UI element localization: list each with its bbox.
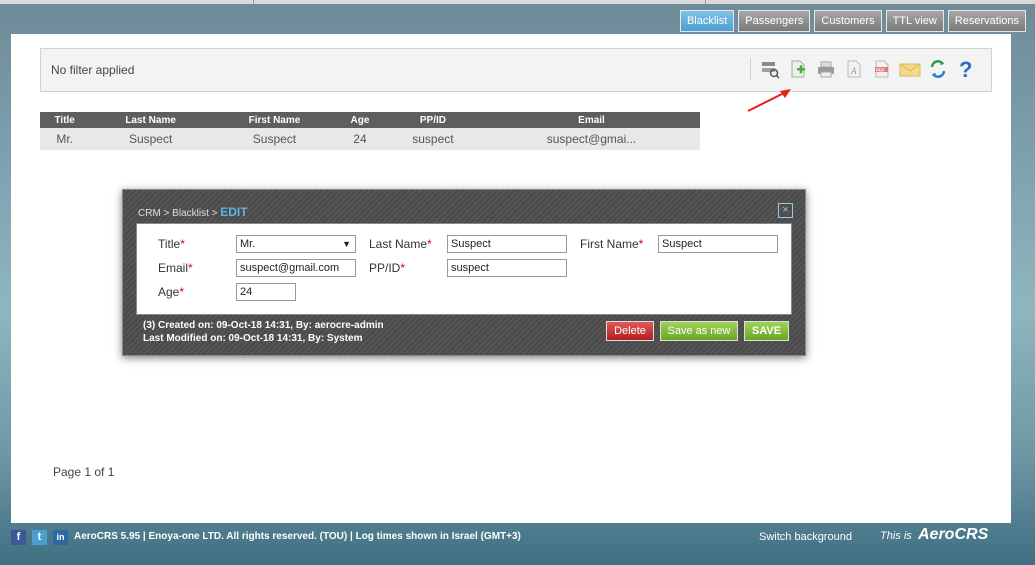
tagline: This is xyxy=(880,530,912,542)
close-icon[interactable]: × xyxy=(778,203,793,218)
table-header-row: Title Last Name First Name Age PP/ID Ema… xyxy=(40,112,700,128)
svg-text:PDF: PDF xyxy=(876,67,885,72)
switch-background-link[interactable]: Switch background xyxy=(759,531,852,543)
cell-age: 24 xyxy=(337,128,383,150)
email-field[interactable]: suspect@gmail.com xyxy=(236,259,356,277)
last-name-field[interactable]: Suspect xyxy=(447,235,567,253)
delete-button[interactable]: Delete xyxy=(606,321,654,341)
cell-email: suspect@gmai... xyxy=(483,128,700,150)
footer: f t in AeroCRS 5.95 | Enoya-one LTD. All… xyxy=(0,523,1035,565)
blacklist-table: Title Last Name First Name Age PP/ID Ema… xyxy=(40,112,700,150)
facebook-icon[interactable]: f xyxy=(11,530,26,545)
top-strip-divider xyxy=(705,0,706,4)
toolbar: A PDF ? xyxy=(750,57,977,81)
svg-text:A: A xyxy=(850,66,857,76)
footer-info: AeroCRS 5.95 | Enoya-one LTD. All rights… xyxy=(74,531,521,542)
refresh-icon[interactable] xyxy=(927,57,949,81)
help-icon[interactable]: ? xyxy=(955,57,977,81)
add-record-icon[interactable] xyxy=(787,57,809,81)
first-name-label: First Name* xyxy=(580,237,644,251)
tab-passengers[interactable]: Passengers xyxy=(738,10,811,32)
linkedin-icon[interactable]: in xyxy=(53,530,68,545)
record-metadata: (3) Created on: 09-Oct-18 14:31, By: aer… xyxy=(143,319,384,345)
filter-bar: No filter applied A PDF ? xyxy=(40,48,992,92)
edit-form: Title* Mr. ▼ Last Name* Suspect First Nam… xyxy=(136,223,792,315)
dialog-breadcrumb: CRM > Blacklist > EDIT xyxy=(138,205,248,219)
first-name-field[interactable]: Suspect xyxy=(658,235,778,253)
col-header-last-name[interactable]: Last Name xyxy=(89,112,212,128)
cell-title: Mr. xyxy=(40,128,90,150)
col-header-ppid[interactable]: PP/ID xyxy=(382,112,484,128)
save-as-new-button[interactable]: Save as new xyxy=(660,321,738,341)
email-label: Email* xyxy=(158,261,193,275)
col-header-first-name[interactable]: First Name xyxy=(211,112,338,128)
chevron-down-icon: ▼ xyxy=(342,239,351,249)
filter-icon[interactable] xyxy=(759,57,781,81)
col-header-age[interactable]: Age xyxy=(337,112,383,128)
ppid-label: PP/ID* xyxy=(369,261,406,275)
aerocrs-logo: AeroCRS xyxy=(918,526,989,543)
breadcrumb-path: CRM > Blacklist > xyxy=(138,208,221,219)
filter-status: No filter applied xyxy=(51,63,135,77)
top-strip xyxy=(0,0,1035,4)
cell-first-name: Suspect xyxy=(211,128,338,150)
annotation-arrow xyxy=(747,89,791,112)
cell-last-name: Suspect xyxy=(89,128,212,150)
export-pdf-icon[interactable]: PDF xyxy=(871,57,893,81)
col-header-email[interactable]: Email xyxy=(483,112,700,128)
age-field[interactable]: 24 xyxy=(236,283,296,301)
col-header-title[interactable]: Title xyxy=(40,112,90,128)
modified-info: Last Modified on: 09-Oct-18 14:31, By: S… xyxy=(143,333,363,344)
ppid-field[interactable]: suspect xyxy=(447,259,567,277)
export-text-icon[interactable]: A xyxy=(843,57,865,81)
title-select[interactable]: Mr. ▼ xyxy=(236,235,356,253)
table-row[interactable]: Mr. Suspect Suspect 24 suspect suspect@g… xyxy=(40,128,700,150)
module-tabs: Blacklist Passengers Customers TTL view … xyxy=(679,10,1026,32)
svg-text:?: ? xyxy=(959,58,972,80)
title-label: Title* xyxy=(158,237,185,251)
top-strip-divider xyxy=(253,0,254,4)
tab-ttl-view[interactable]: TTL view xyxy=(885,10,944,32)
created-info: (3) Created on: 09-Oct-18 14:31, By: aer… xyxy=(143,320,384,331)
last-name-label: Last Name* xyxy=(369,237,432,251)
cell-ppid: suspect xyxy=(382,128,484,150)
save-button[interactable]: SAVE xyxy=(744,321,789,341)
pagination-info: Page 1 of 1 xyxy=(53,465,115,479)
toolbar-divider xyxy=(750,58,751,80)
dialog-mode: EDIT xyxy=(220,205,248,219)
tab-reservations[interactable]: Reservations xyxy=(947,10,1026,32)
twitter-icon[interactable]: t xyxy=(32,530,47,545)
email-icon[interactable] xyxy=(899,57,921,81)
tab-customers[interactable]: Customers xyxy=(814,10,882,32)
tab-blacklist[interactable]: Blacklist xyxy=(679,10,735,32)
edit-dialog: CRM > Blacklist > EDIT × Title* Mr. ▼ Las… xyxy=(122,189,806,356)
print-icon[interactable] xyxy=(815,57,837,81)
age-label: Age* xyxy=(158,285,185,299)
